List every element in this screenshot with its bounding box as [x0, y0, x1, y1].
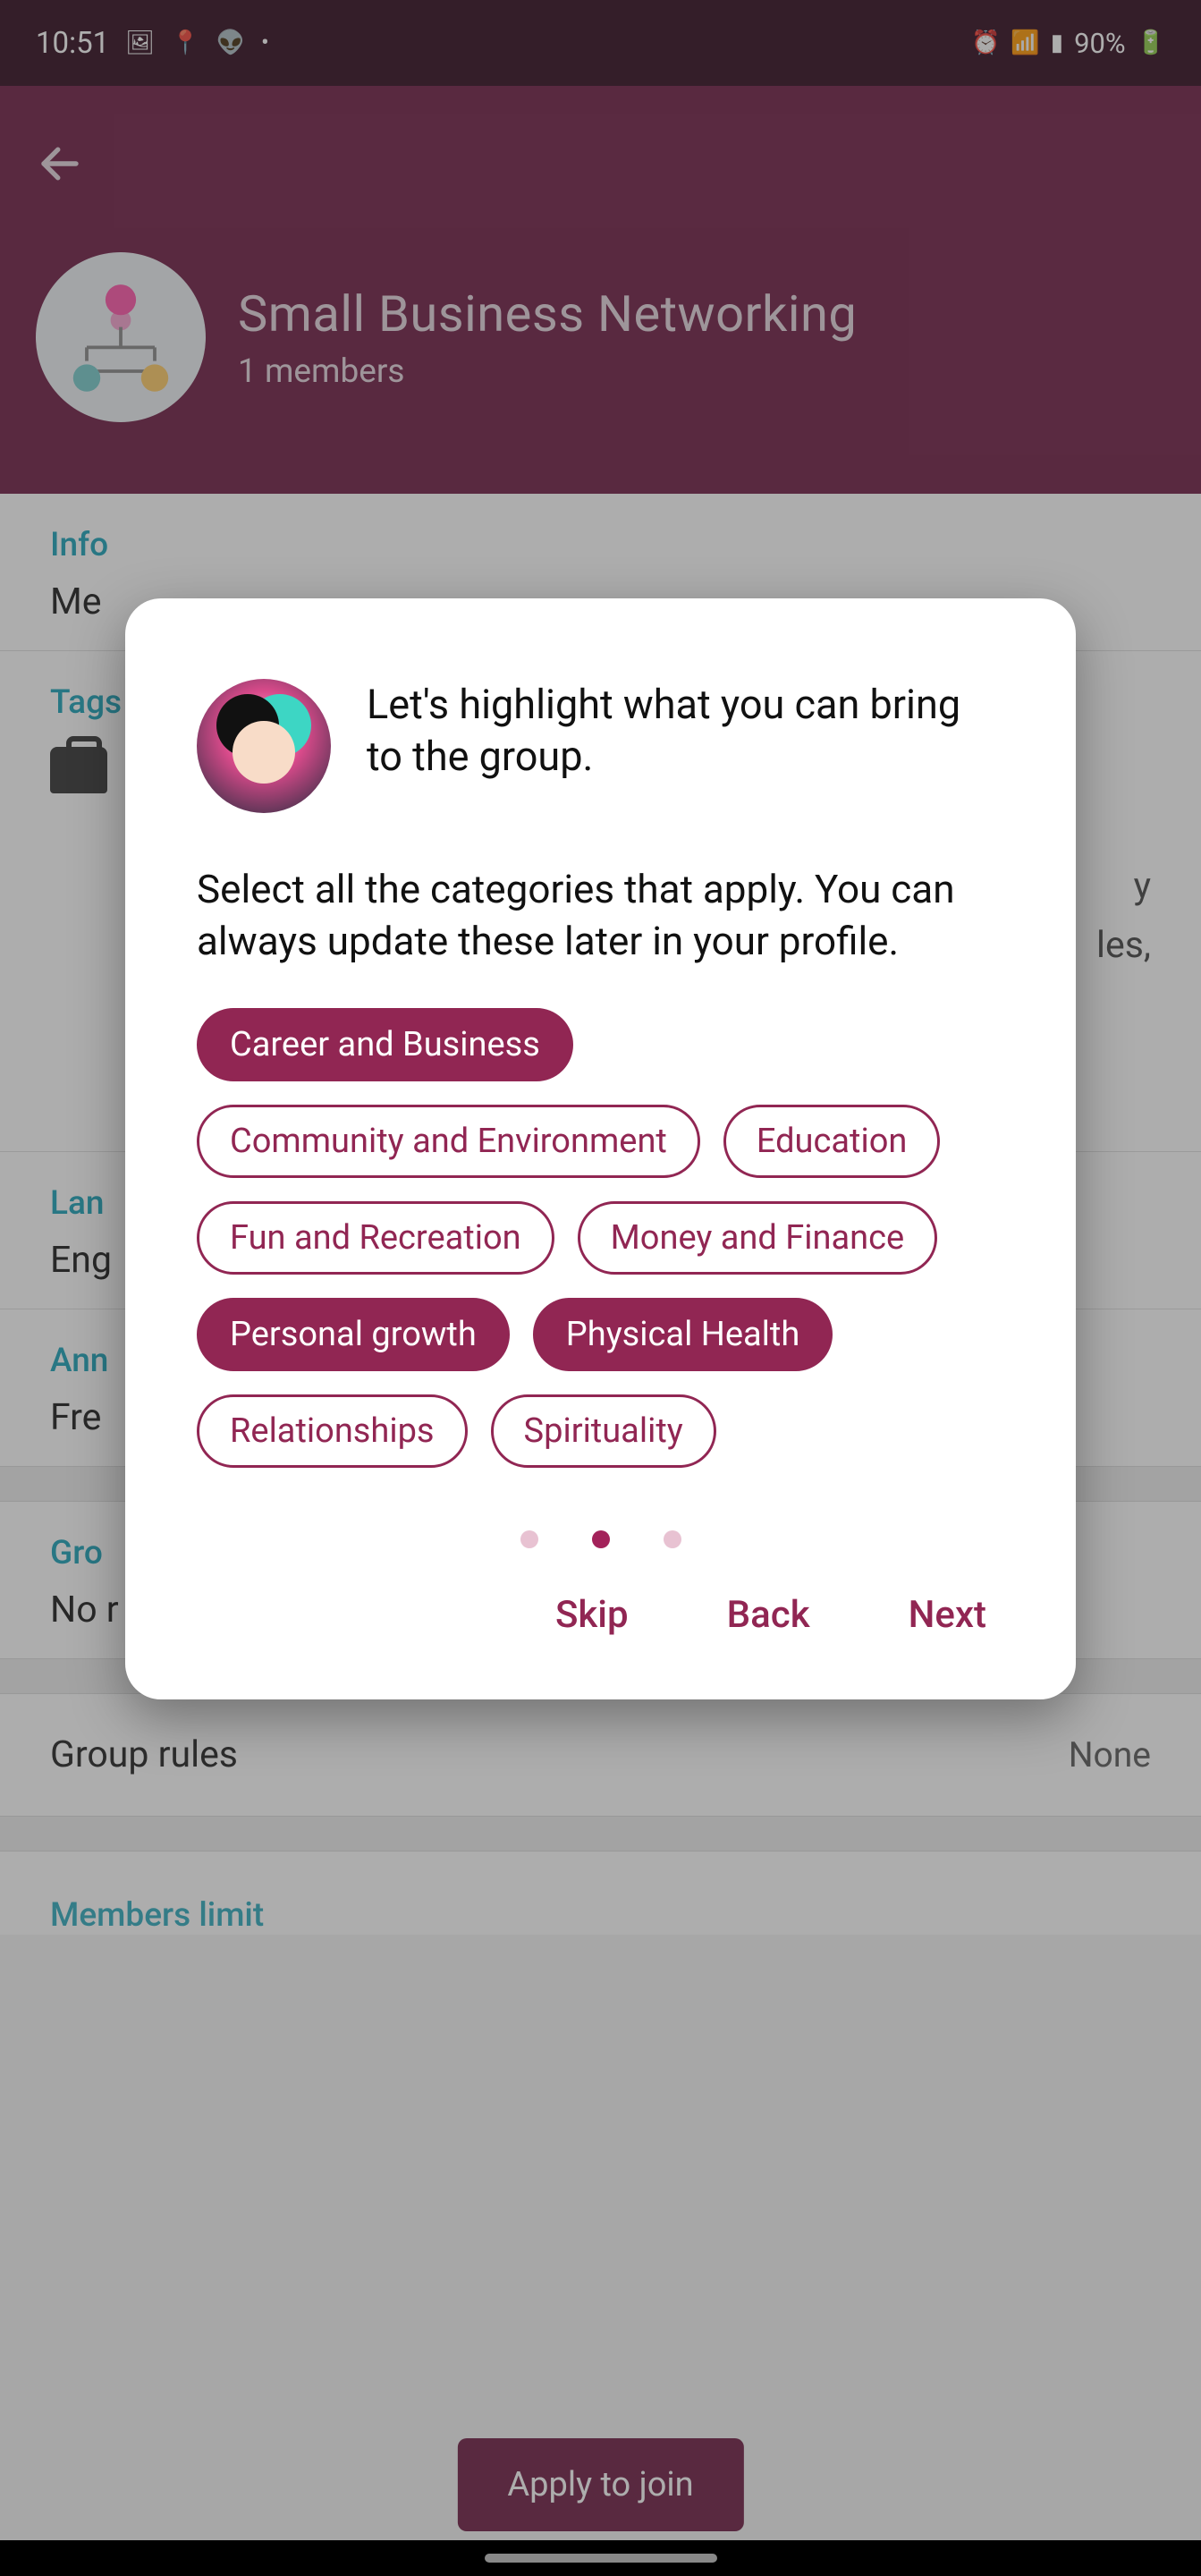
pagination-dot[interactable]	[592, 1530, 610, 1548]
home-indicator[interactable]	[485, 2554, 717, 2563]
chips-container: Career and Business Community and Environ…	[197, 1008, 1004, 1468]
category-chip[interactable]: Spirituality	[491, 1394, 716, 1468]
category-chip[interactable]: Career and Business	[197, 1008, 573, 1081]
dialog-title: Let's highlight what you can bring to th…	[367, 679, 1004, 782]
category-chip[interactable]: Fun and Recreation	[197, 1201, 554, 1275]
assistant-avatar	[197, 679, 331, 813]
skip-button[interactable]: Skip	[555, 1593, 629, 1637]
pagination-dot[interactable]	[664, 1530, 681, 1548]
pagination-dot[interactable]	[520, 1530, 538, 1548]
category-dialog: Let's highlight what you can bring to th…	[125, 598, 1076, 1699]
back-button[interactable]: Back	[727, 1593, 810, 1637]
pagination-dots	[197, 1530, 1004, 1548]
category-chip[interactable]: Personal growth	[197, 1298, 510, 1371]
system-nav-bar	[0, 2540, 1201, 2576]
dialog-subtitle: Select all the categories that apply. Yo…	[197, 863, 1004, 967]
category-chip[interactable]: Education	[723, 1105, 941, 1178]
category-chip[interactable]: Physical Health	[533, 1298, 833, 1371]
category-chip[interactable]: Money and Finance	[578, 1201, 938, 1275]
category-chip[interactable]: Community and Environment	[197, 1105, 700, 1178]
next-button[interactable]: Next	[909, 1593, 986, 1637]
category-chip[interactable]: Relationships	[197, 1394, 468, 1468]
